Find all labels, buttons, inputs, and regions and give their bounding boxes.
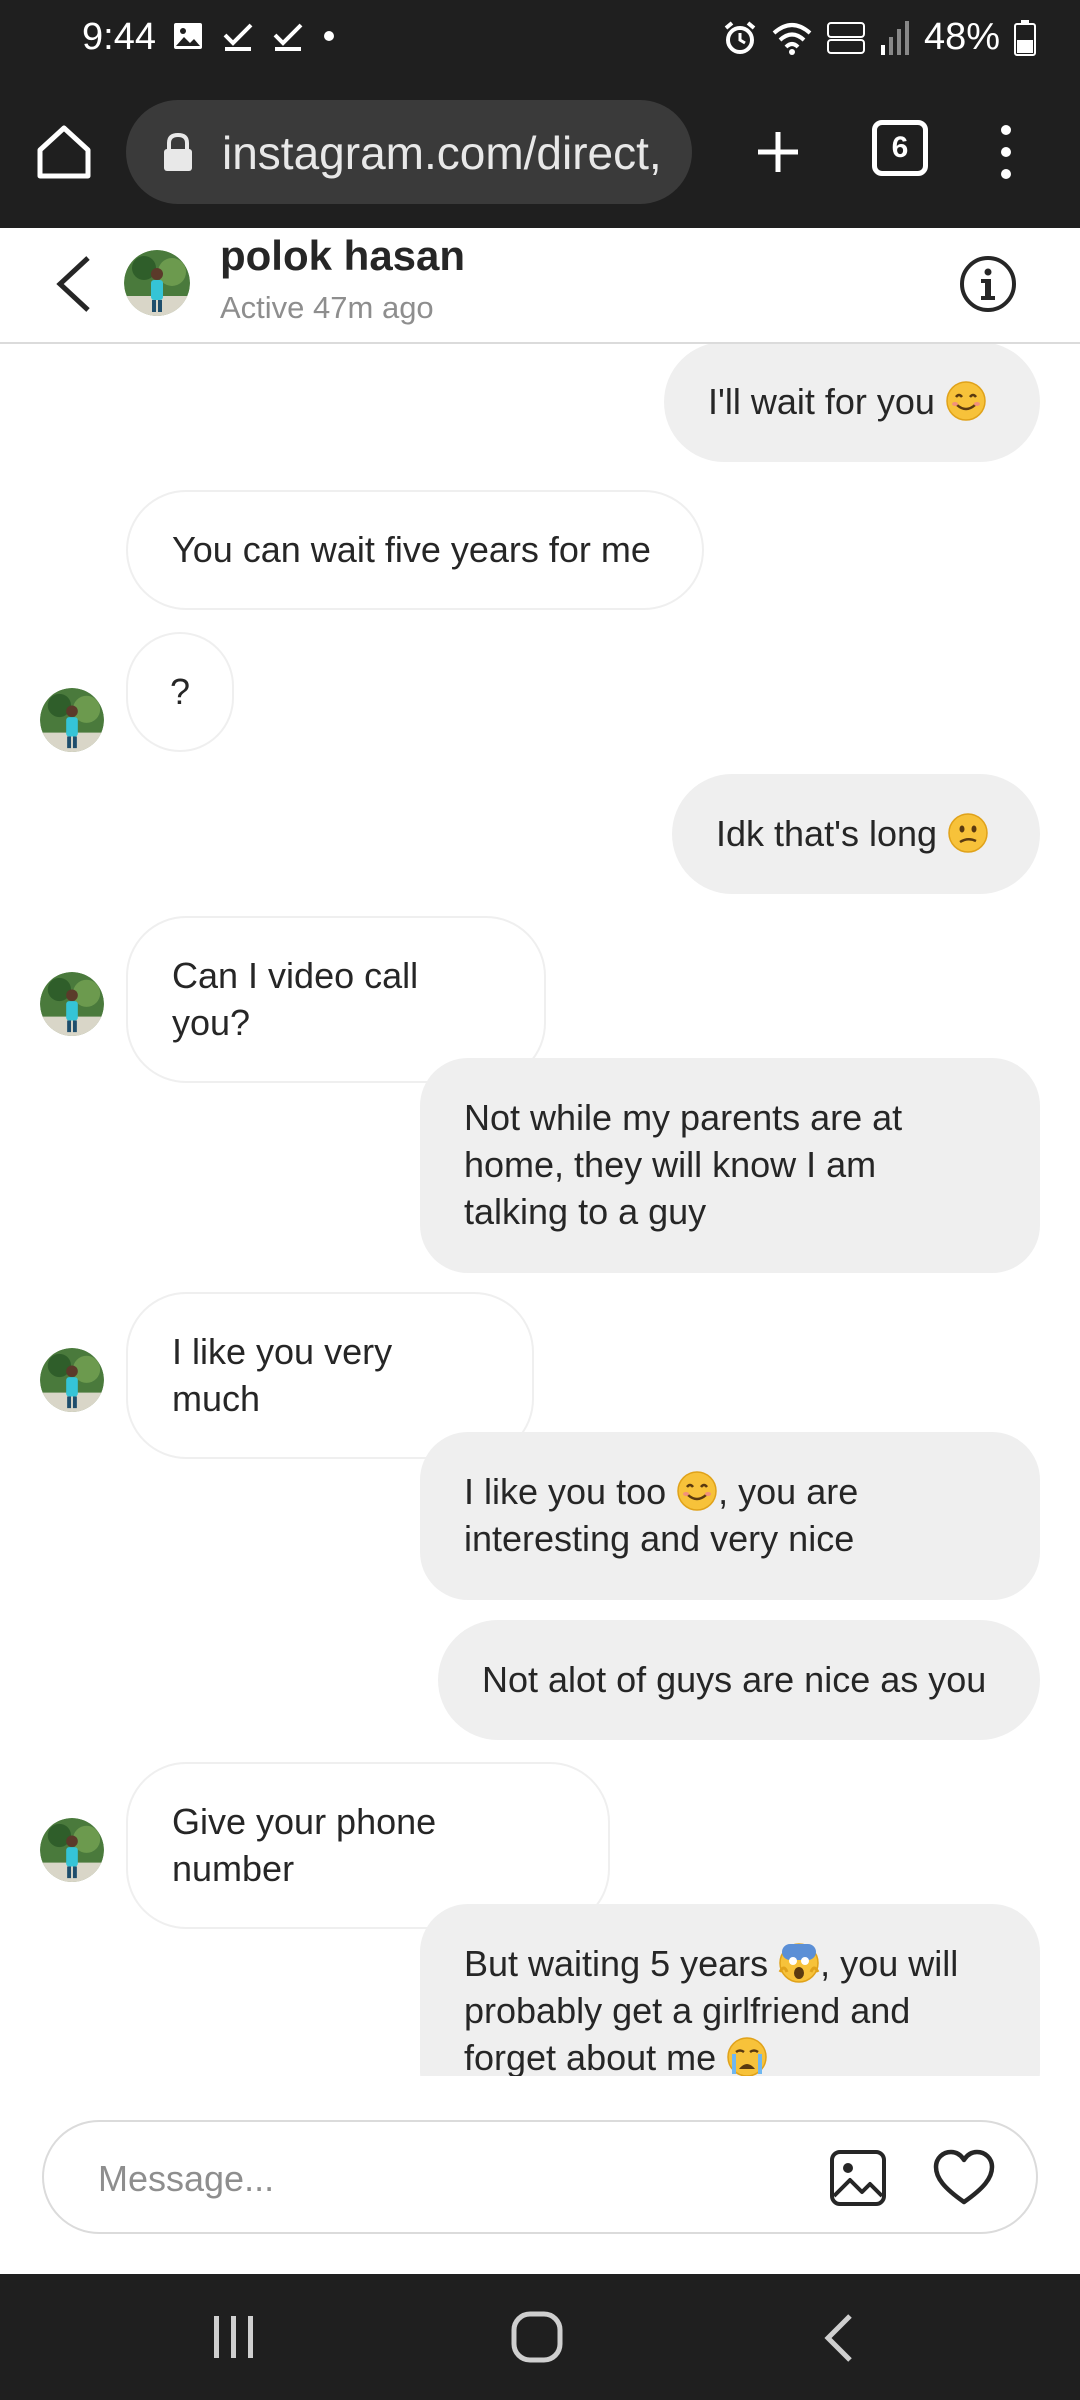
check-notification-icon bbox=[273, 23, 303, 51]
browser-toolbar: instagram.com/direct, 6 bbox=[0, 80, 1080, 228]
gallery-icon[interactable] bbox=[828, 2148, 888, 2208]
contact-name[interactable]: polok hasan bbox=[220, 232, 465, 280]
status-bar: 9:44 48% bbox=[0, 0, 1080, 80]
message-bubble-sent[interactable]: Not alot of guys are nice as you bbox=[438, 1620, 1040, 1740]
message-bubble-received[interactable]: You can wait five years for me bbox=[126, 490, 704, 610]
recent-apps-icon[interactable] bbox=[210, 2314, 258, 2360]
avatar[interactable] bbox=[40, 1818, 104, 1882]
crying-face-icon bbox=[727, 2037, 767, 2076]
system-icons: 48% bbox=[722, 16, 1036, 59]
avatar[interactable] bbox=[40, 972, 104, 1036]
home-icon[interactable] bbox=[32, 120, 96, 184]
message-text-line: Not while my parents are at bbox=[464, 1097, 903, 1138]
message-text-line: interesting and very nice bbox=[464, 1518, 855, 1559]
message-text: ? bbox=[169, 671, 191, 712]
message-text-line: probably get a girlfriend and bbox=[464, 1990, 911, 2031]
message-text: , you will bbox=[820, 1943, 959, 1984]
lock-icon bbox=[164, 132, 192, 171]
message-text: , you are bbox=[718, 1471, 859, 1512]
message-text: Not alot of guys are nice as you bbox=[482, 1659, 987, 1700]
message-text-line: talking to a guy bbox=[464, 1191, 707, 1232]
message-bubble-sent[interactable]: I'll wait for you bbox=[664, 344, 1040, 462]
more-options-icon[interactable] bbox=[990, 120, 1022, 184]
message-composer bbox=[42, 2120, 1038, 2234]
message-text: Can I video call you? bbox=[172, 955, 419, 1043]
status-time: 9:44 bbox=[82, 16, 156, 58]
message-text: forget about me bbox=[464, 2037, 717, 2076]
avatar[interactable] bbox=[40, 1348, 104, 1412]
battery-icon bbox=[1014, 19, 1036, 56]
message-text: You can wait five years for me bbox=[172, 529, 651, 570]
message-bubble-sent[interactable]: Idk that's long bbox=[672, 774, 1040, 894]
back-button-icon[interactable] bbox=[820, 2312, 856, 2364]
message-text: I like you very much bbox=[172, 1331, 393, 1419]
notification-icons bbox=[172, 20, 336, 52]
message-text-line: home, they will know I am bbox=[464, 1144, 877, 1185]
message-text-line: I like you too , you are bbox=[464, 1468, 994, 1515]
system-navigation-bar bbox=[0, 2274, 1080, 2400]
message-text-line: But waiting 5 years , you will bbox=[464, 1940, 994, 1987]
screaming-face-icon bbox=[778, 1943, 820, 1983]
smiling-face-icon bbox=[677, 1471, 717, 1511]
tab-switcher-button[interactable]: 6 bbox=[872, 120, 928, 176]
message-bubble-sent[interactable]: But waiting 5 years , you will probably … bbox=[420, 1904, 1040, 2076]
message-thread[interactable]: I'll wait for you You can wait five year… bbox=[0, 344, 1080, 2076]
message-text-line: forget about me bbox=[464, 2034, 994, 2076]
info-icon[interactable] bbox=[958, 254, 1018, 314]
message-bubble-sent[interactable]: Not while my parents are at home, they w… bbox=[420, 1058, 1040, 1273]
message-input[interactable] bbox=[96, 2146, 820, 2212]
contact-activity-status: Active 47m ago bbox=[220, 290, 434, 325]
battery-percent: 48% bbox=[923, 16, 1000, 58]
image-notification-icon bbox=[174, 23, 202, 49]
heart-icon[interactable] bbox=[932, 2148, 996, 2208]
message-text: I like you too bbox=[464, 1471, 667, 1512]
url-bar[interactable]: instagram.com/direct, bbox=[126, 100, 692, 204]
confused-face-icon bbox=[948, 813, 988, 853]
volte-icon bbox=[826, 21, 865, 54]
message-text: Idk that's long bbox=[716, 813, 938, 854]
alarm-icon bbox=[724, 20, 756, 54]
message-bubble-sent[interactable]: I like you too , you are interesting and… bbox=[420, 1432, 1040, 1600]
smiling-face-icon bbox=[946, 381, 986, 421]
dot-icon bbox=[324, 31, 334, 41]
chat-header: polok hasan Active 47m ago bbox=[0, 228, 1080, 344]
home-button-icon[interactable] bbox=[510, 2310, 564, 2364]
message-bubble-received[interactable]: ? bbox=[126, 632, 234, 752]
message-text: I'll wait for you bbox=[708, 381, 935, 422]
new-tab-icon[interactable] bbox=[746, 120, 810, 184]
wifi-icon bbox=[772, 22, 812, 55]
signal-icon bbox=[880, 20, 909, 55]
url-text: instagram.com/direct, bbox=[222, 127, 662, 179]
back-arrow-icon[interactable] bbox=[52, 252, 96, 316]
message-text: Give your phone number bbox=[172, 1801, 437, 1889]
message-text: But waiting 5 years bbox=[464, 1943, 769, 1984]
avatar[interactable] bbox=[124, 250, 190, 316]
check-notification-icon bbox=[223, 23, 253, 51]
avatar[interactable] bbox=[40, 688, 104, 752]
